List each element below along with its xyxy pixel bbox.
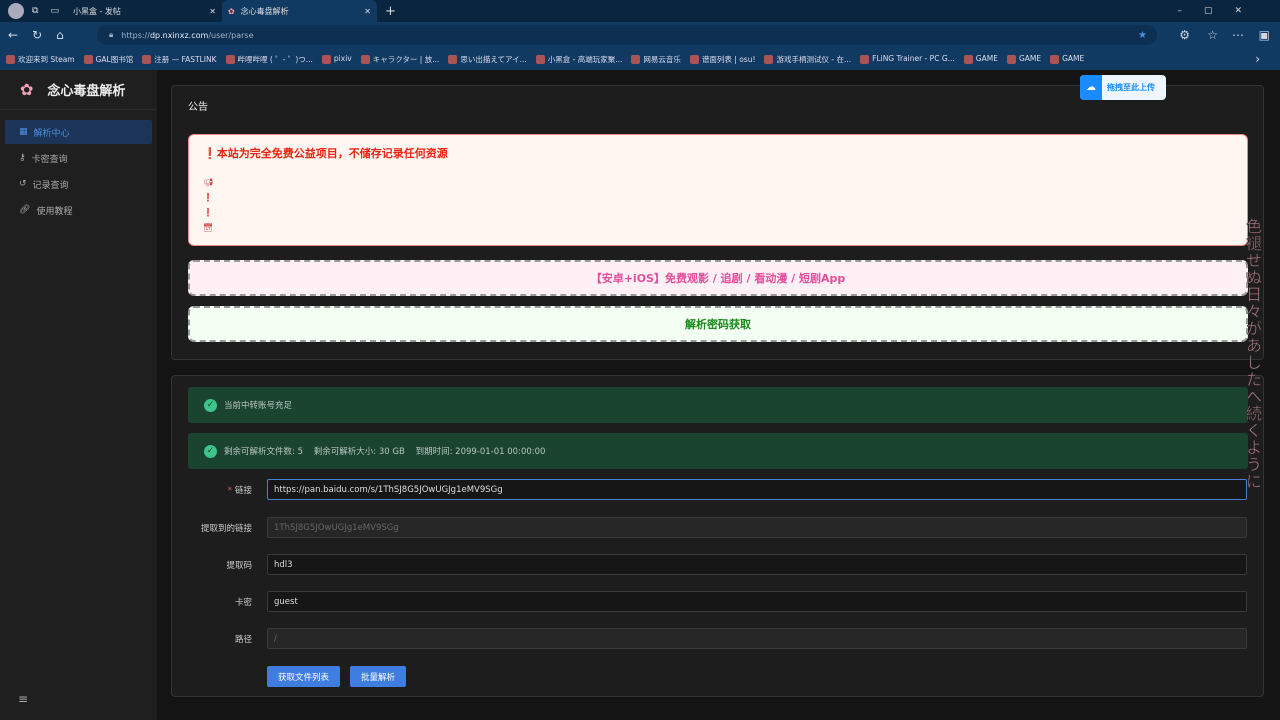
sidebar-item-card-query[interactable]: ⚷ 卡密查询: [5, 146, 152, 170]
card-key-input[interactable]: [267, 591, 1247, 612]
sidebar: ✿ 念心毒盘解析 ▦ 解析中心 ⚷ 卡密查询 ↺ 记录查询 🔗︎ 使用教程 ≡: [0, 70, 157, 720]
bookmark-item[interactable]: 小黑盒 - 高端玩家聚...: [535, 54, 622, 65]
check-icon: ✓: [204, 398, 217, 412]
bookmark-favicon-icon: [225, 55, 235, 64]
bookmark-favicon-icon: [860, 54, 870, 64]
bookmark-item[interactable]: GAME: [1006, 54, 1041, 64]
tab-bar: ⧉ ▭ 小黑盒 - 发帖 ✕ ✿ 念心毒盘解析 ✕ + –▢✕: [0, 0, 1280, 22]
bookmark-favicon-icon: [360, 55, 370, 64]
bookmarks-more-icon[interactable]: ›: [1255, 52, 1260, 66]
bookmark-favicon-icon: [963, 54, 973, 64]
get-file-list-button[interactable]: 获取文件列表: [267, 666, 341, 687]
url-input[interactable]: 🔒︎ https://dp.nxinxz.com/user/parse ★: [97, 25, 1157, 45]
bookmark-item[interactable]: 游戏手柄测试仪 - 在...: [764, 54, 851, 65]
bookmark-item[interactable]: 谱面列表 | osu!: [689, 54, 755, 65]
bookmark-item[interactable]: 哔哩哔哩 ( ゜- ゜)つ...: [225, 54, 313, 65]
app-banner[interactable]: 【安卓+iOS】免费观影 / 追剧 / 看动漫 / 短剧App: [188, 260, 1248, 296]
address-bar: ← ↻ ⌂ 🔒︎ https://dp.nxinxz.com/user/parse ★ …: [0, 22, 1280, 48]
lock-icon: 🔒︎: [109, 30, 114, 39]
bookmark-favicon-icon: [1006, 54, 1016, 64]
sakura-icon: ✿: [227, 6, 235, 16]
notice-card: 公告 ❗本站为完全免费公益项目，不储存记录任何资源 📢︎ ❗ ❗ 📅︎ 【安卓+iOS…: [171, 85, 1264, 360]
link-icon: 🔗︎: [19, 205, 31, 215]
link-input[interactable]: [267, 479, 1247, 500]
favorite-star-icon[interactable]: ★: [1138, 30, 1147, 41]
bookmark-favicon-icon: [448, 55, 458, 64]
logo: ✿ 念心毒盘解析: [0, 70, 157, 110]
extracted-row: 提取到的链接: [172, 517, 1265, 539]
path-row: 路径: [172, 628, 1265, 650]
tab-parse[interactable]: ✿ 念心毒盘解析 ✕: [221, 0, 377, 22]
workspaces-icon[interactable]: ⧉: [32, 6, 38, 16]
bookmark-item[interactable]: 网易云音乐: [631, 54, 681, 65]
bookmark-item[interactable]: 注册 — FASTLINK: [142, 54, 217, 65]
back-icon[interactable]: ←: [8, 28, 18, 42]
bookmark-favicon-icon: [142, 55, 152, 64]
new-tab-button[interactable]: +: [385, 4, 396, 19]
sakura-icon: ✿: [20, 80, 34, 99]
bookmark-favicon-icon: [764, 55, 774, 64]
sidebar-icon[interactable]: ▣: [1259, 28, 1270, 42]
bookmark-favicon-icon: [83, 55, 93, 64]
bookmark-item[interactable]: キャラクター | 放...: [360, 54, 439, 65]
favorites-icon[interactable]: ☆: [1207, 28, 1218, 42]
menu-toggle-icon[interactable]: ≡: [18, 692, 28, 706]
bookmark-favicon-icon: [6, 55, 15, 64]
exclamation-icon: ❗: [203, 147, 217, 160]
bookmark-favicon-icon: [535, 55, 545, 64]
sidebar-item-history[interactable]: ↺ 记录查询: [5, 172, 152, 196]
notice-box: ❗本站为完全免费公益项目，不储存记录任何资源 📢︎ ❗ ❗ 📅︎: [188, 134, 1248, 246]
path-input[interactable]: [267, 628, 1247, 649]
bookmark-item[interactable]: GAL图书馆: [83, 54, 133, 65]
key-icon: ⚷: [19, 153, 26, 163]
more-icon[interactable]: ⋯: [1232, 28, 1244, 42]
quota-status: ✓ 剩余可解析文件数: 5 剩余可解析大小: 30 GB 到期时间: 2099-0…: [188, 433, 1248, 469]
baidu-cloud-icon: ☁: [1080, 75, 1102, 100]
bookmark-favicon-icon: [1050, 54, 1060, 64]
link-row: * 链接: [172, 479, 1265, 501]
history-icon: ↺: [19, 179, 27, 189]
extracted-link-input[interactable]: [267, 517, 1247, 538]
close-icon[interactable]: ✕: [364, 7, 371, 16]
account-status: ✓ 当前中转账号充足: [188, 387, 1248, 423]
tab-xiaoheihe[interactable]: 小黑盒 - 发帖 ✕: [67, 0, 222, 22]
bookmark-item[interactable]: pixiv: [321, 54, 352, 64]
bookmark-favicon-icon: [689, 55, 699, 64]
code-input[interactable]: [267, 554, 1247, 575]
batch-parse-button[interactable]: 批量解析: [350, 666, 407, 687]
upload-drop-button[interactable]: ☁ 拖拽至此上传: [1080, 75, 1166, 100]
refresh-icon[interactable]: ↻: [32, 28, 42, 42]
close-icon[interactable]: ✕: [209, 7, 216, 16]
sidebar-item-parse[interactable]: ▦ 解析中心: [5, 120, 152, 144]
bookmark-favicon-icon: [631, 55, 641, 64]
password-banner[interactable]: 解析密码获取: [188, 306, 1248, 342]
home-icon[interactable]: ⌂: [56, 28, 64, 42]
notice-lines: 📢︎ ❗ ❗ 📅︎: [203, 178, 214, 232]
bookmark-item[interactable]: GAME: [963, 54, 998, 64]
bookmarks-bar: 欢迎来到 Steam GAL图书馆 注册 — FASTLINK 哔哩哔哩 ( ゜- ゜…: [0, 48, 1280, 70]
lyric-overlay: 色褪せぬ日々があしたへ続くように: [1243, 218, 1263, 491]
sidebar-item-tutorial[interactable]: 🔗︎ 使用教程: [5, 198, 152, 222]
tab-actions-icon[interactable]: ▭: [50, 6, 59, 16]
code-row: 提取码: [172, 554, 1265, 576]
profile-avatar[interactable]: [8, 3, 24, 19]
bookmark-item[interactable]: 欢迎来到 Steam: [6, 54, 75, 65]
bookmark-item[interactable]: 思い出描えてアイ...: [448, 54, 527, 65]
notice-title: 公告: [188, 102, 208, 113]
extensions-icon[interactable]: ⚙: [1179, 28, 1190, 42]
window-controls[interactable]: –▢✕: [1177, 6, 1264, 16]
bookmark-item[interactable]: GAME: [1050, 54, 1084, 64]
check-icon: ✓: [204, 444, 217, 458]
bookmark-item[interactable]: FLiNG Trainer - PC G...: [860, 54, 955, 64]
parse-card: ✓ 当前中转账号充足 ✓ 剩余可解析文件数: 5 剩余可解析大小: 30 GB 到期…: [171, 375, 1264, 697]
grid-icon: ▦: [19, 127, 28, 137]
card-row: 卡密: [172, 591, 1265, 613]
bookmark-favicon-icon: [321, 54, 331, 64]
